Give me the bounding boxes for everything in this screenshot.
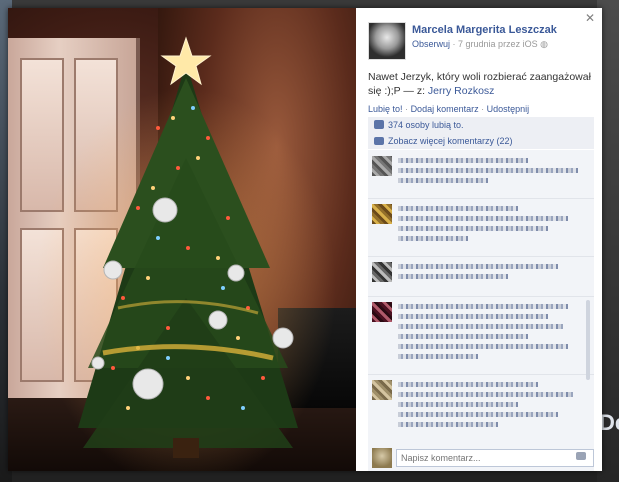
- author-avatar[interactable]: [368, 22, 406, 60]
- post-caption: Nawet Jerzyk, który woli rozbierać zaang…: [368, 70, 593, 98]
- view-more-comments-link[interactable]: Zobacz więcej komentarzy (22): [388, 136, 513, 146]
- comment-item: [368, 198, 594, 257]
- likes-summary: 374 osoby lubią to. Zobacz więcej koment…: [368, 117, 594, 149]
- tagged-user-link[interactable]: Jerry Rozkosz: [428, 85, 495, 97]
- camera-icon[interactable]: [576, 452, 586, 460]
- comment-list: [368, 150, 594, 445]
- more-comments-row[interactable]: Zobacz więcej komentarzy (22): [374, 136, 513, 146]
- comments-panel: ✕ Marcela Margerita Leszczak Obserwuj · …: [356, 8, 602, 471]
- comment-item: [368, 374, 594, 445]
- comment-link[interactable]: Dodaj komentarz: [411, 104, 479, 114]
- likes-count[interactable]: 374 osoby lubią to.: [388, 120, 464, 130]
- christmas-tree-graphic: [36, 36, 336, 471]
- post-date: · 7 grudnia przez iOS: [452, 39, 538, 49]
- viewer-avatar: [372, 448, 392, 468]
- globe-icon: ◍: [540, 39, 548, 49]
- author-name[interactable]: Marcela Margerita Leszczak: [412, 24, 557, 36]
- comment-input[interactable]: [396, 449, 594, 467]
- post-actions: Lubię to! · Dodaj komentarz · Udostępnij: [368, 104, 530, 114]
- likes-count-row[interactable]: 374 osoby lubią to.: [374, 120, 464, 130]
- like-link[interactable]: Lubię to!: [368, 104, 403, 114]
- commenter-avatar[interactable]: [372, 302, 392, 322]
- commenter-avatar[interactable]: [372, 204, 392, 224]
- post-meta: Obserwuj · 7 grudnia przez iOS ◍: [412, 39, 548, 50]
- follow-link[interactable]: Obserwuj: [412, 39, 450, 49]
- commenter-avatar[interactable]: [372, 262, 392, 282]
- christmas-tree-photo[interactable]: [8, 8, 356, 471]
- comment-bubble-icon: [374, 137, 384, 145]
- comment-item: [368, 296, 594, 375]
- comment-composer: [368, 445, 594, 471]
- thumbs-up-icon: [374, 120, 384, 129]
- comments-scrollbar[interactable]: [586, 300, 590, 380]
- comment-item: [368, 256, 594, 297]
- close-icon[interactable]: ✕: [584, 12, 596, 24]
- comment-item: [368, 150, 594, 199]
- photo-theater: ✕ Marcela Margerita Leszczak Obserwuj · …: [8, 8, 602, 471]
- commenter-avatar[interactable]: [372, 156, 392, 176]
- commenter-avatar[interactable]: [372, 380, 392, 400]
- share-link[interactable]: Udostępnij: [487, 104, 530, 114]
